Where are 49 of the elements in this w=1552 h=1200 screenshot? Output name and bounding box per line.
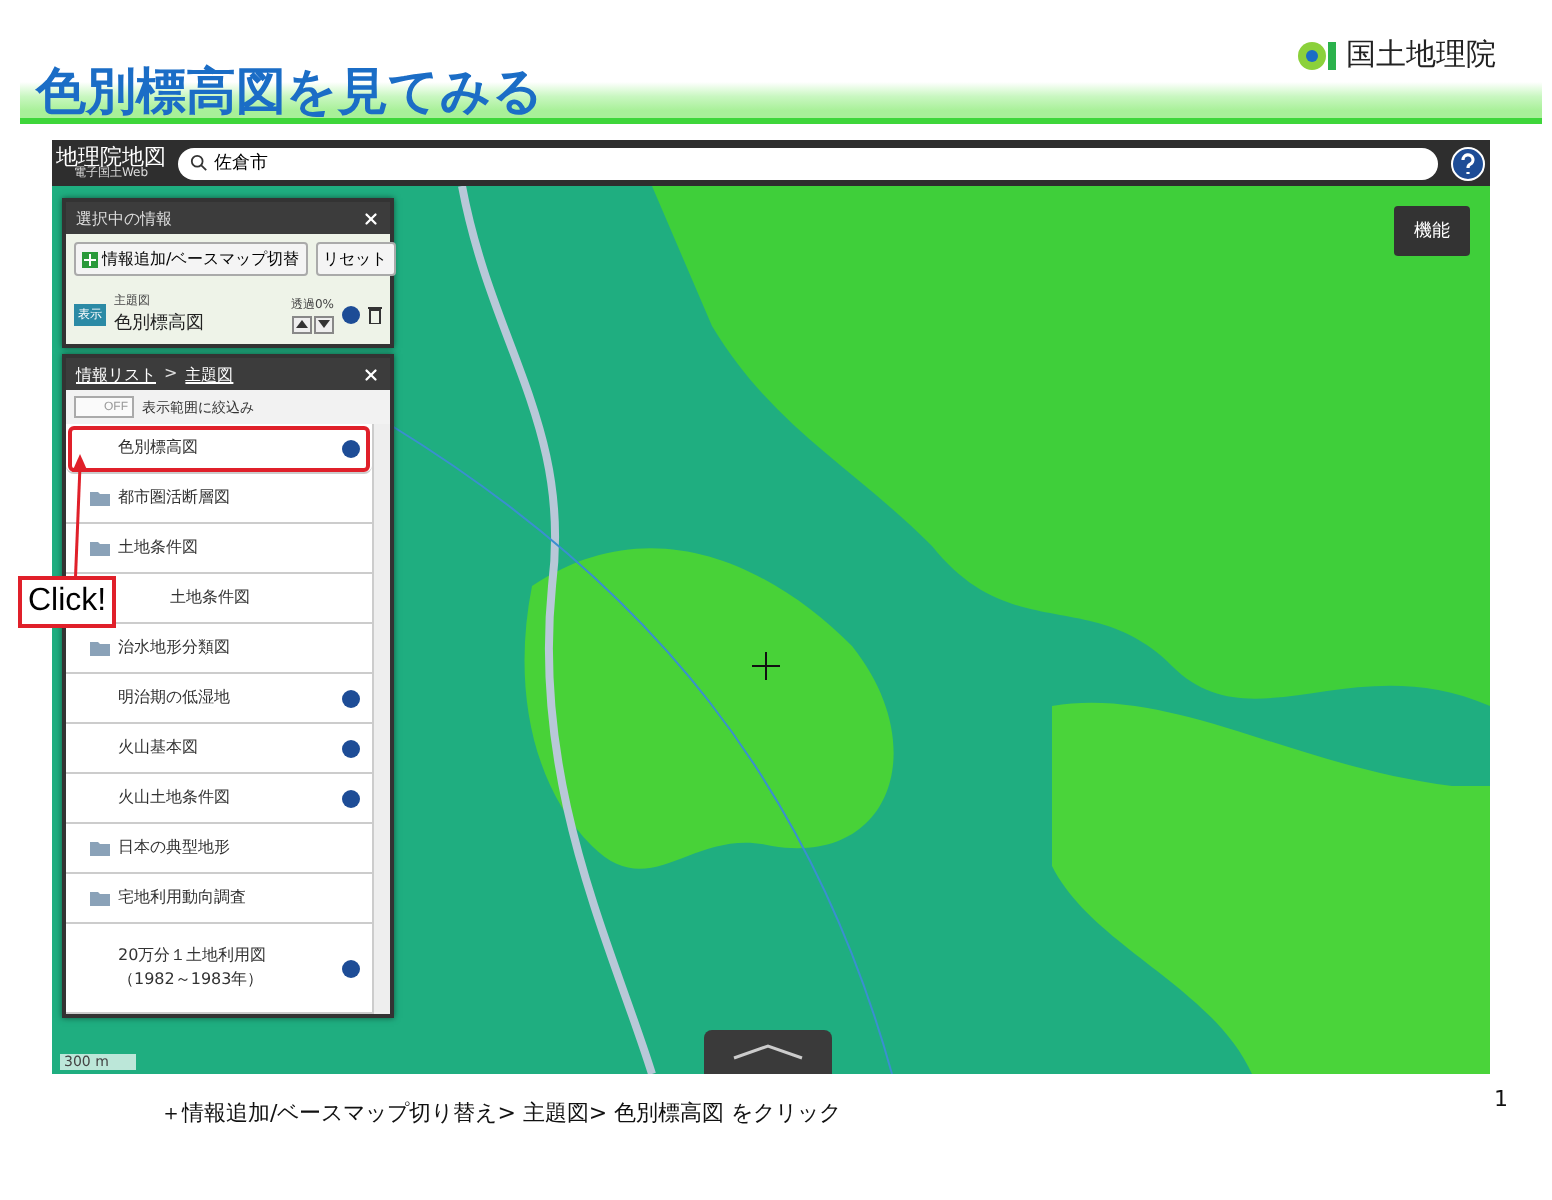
info-icon[interactable] xyxy=(342,959,360,977)
item-label: 火山基本図 xyxy=(118,736,198,760)
folder-icon xyxy=(90,840,110,856)
folder-icon xyxy=(90,540,110,556)
close-icon[interactable] xyxy=(362,365,380,383)
breadcrumb-separator: > xyxy=(164,363,178,385)
folder-icon xyxy=(90,890,110,906)
chevron-up-icon xyxy=(732,1044,804,1060)
add-info-button[interactable]: 情報追加/ベースマップ切替 xyxy=(74,242,308,276)
item-label: 宅地利用動向調査 xyxy=(118,886,246,910)
item-label: 土地条件図 xyxy=(170,586,250,610)
reset-button[interactable]: リセット xyxy=(315,242,396,276)
folder-icon xyxy=(90,490,110,506)
item-label: 土地条件図 xyxy=(118,536,198,560)
item-label: 治水地形分類図 xyxy=(118,636,230,660)
list-item[interactable]: 色別標高図 xyxy=(66,424,372,474)
logo-icon xyxy=(1296,39,1340,71)
layer-name: 色別標高図 xyxy=(114,311,206,336)
help-icon[interactable] xyxy=(1450,145,1486,181)
logo-text: 国土地理院 xyxy=(1346,36,1496,74)
info-icon[interactable] xyxy=(342,305,360,323)
info-icon[interactable] xyxy=(342,689,360,707)
item-label: 20万分１土地利用図 （1982～1983年） xyxy=(118,944,267,992)
search-field[interactable]: 佐倉市 xyxy=(178,147,1438,179)
move-up-button[interactable] xyxy=(291,315,312,333)
function-button[interactable]: 機能 xyxy=(1394,206,1470,256)
item-label: 明治期の低湿地 xyxy=(118,686,230,710)
app-name: 地理院地図 xyxy=(56,146,166,168)
trash-icon[interactable] xyxy=(368,305,382,323)
info-icon[interactable] xyxy=(342,439,360,457)
expand-up-button[interactable] xyxy=(704,1030,832,1074)
slide-title: 色別標高図を見てみる xyxy=(36,60,544,124)
item-label: 日本の典型地形 xyxy=(118,836,230,860)
search-icon xyxy=(190,153,208,171)
info-icon[interactable] xyxy=(342,739,360,757)
item-label: 色別標高図 xyxy=(118,436,198,460)
plus-icon xyxy=(82,251,98,267)
breadcrumb-current[interactable]: 主題図 xyxy=(185,363,234,385)
item-label: 火山土地条件図 xyxy=(118,786,230,810)
click-tooltip: Click! xyxy=(18,576,117,628)
page-number: 1 xyxy=(1494,1086,1508,1112)
move-down-button[interactable] xyxy=(313,315,334,333)
panel-title: 選択中の情報 xyxy=(76,207,172,229)
breadcrumb-link[interactable]: 情報リスト xyxy=(76,363,156,385)
close-icon[interactable] xyxy=(362,209,380,227)
scrollbar[interactable] xyxy=(372,424,390,1014)
item-label: 都市圏活断層図 xyxy=(118,486,230,510)
info-icon[interactable] xyxy=(342,789,360,807)
folder-icon xyxy=(90,640,110,656)
